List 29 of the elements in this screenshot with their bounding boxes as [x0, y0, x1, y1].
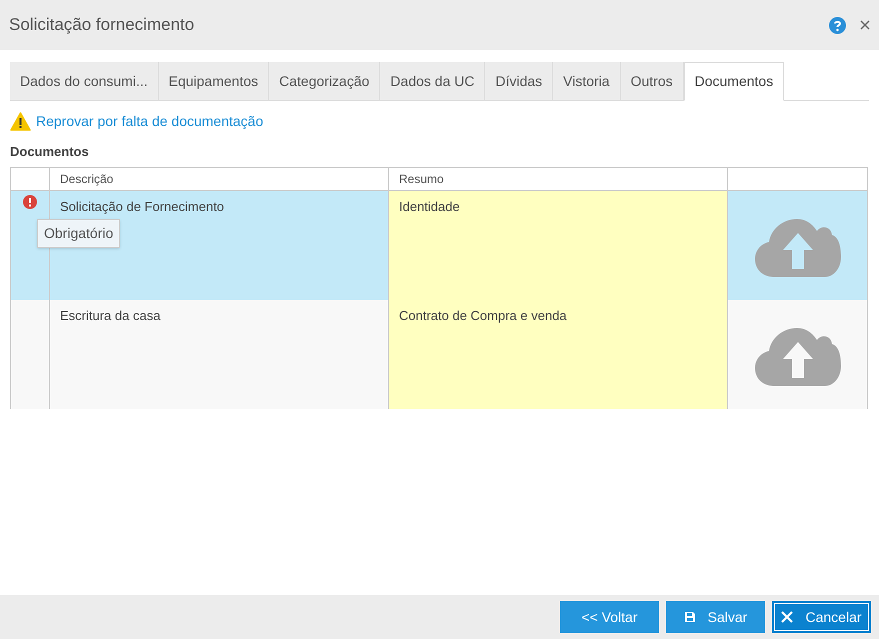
tooltip: Obrigatório — [37, 218, 120, 248]
warning-icon — [10, 112, 31, 131]
tab[interactable]: Equipamentos — [158, 62, 270, 100]
upload-cloud-icon[interactable] — [754, 326, 840, 388]
table-row[interactable]: Escritura da casa Contrato de Compra e venda — [11, 300, 867, 408]
tab[interactable]: Documentos — [684, 62, 784, 101]
action-button[interactable]: Salvar — [666, 601, 765, 633]
column-header: Descrição — [50, 168, 389, 190]
tab[interactable]: Dados da UC — [380, 62, 486, 100]
tab[interactable]: Categorização — [269, 62, 380, 100]
action-button[interactable]: << Voltar — [560, 601, 659, 633]
table-cell: Identidade — [399, 198, 460, 214]
table-row[interactable]: Solicitação de Fornecimento Identidade Obrigatório — [11, 190, 867, 300]
tab[interactable]: Dívidas — [485, 62, 554, 100]
section-title: Documentos — [10, 143, 90, 161]
upload-cloud-icon[interactable] — [754, 217, 840, 279]
column-header: Resumo — [389, 168, 728, 190]
action-button[interactable]: Cancelar — [772, 601, 871, 633]
tab[interactable]: Dados do consumi... — [10, 62, 159, 100]
tab[interactable]: Vistoria — [553, 62, 621, 100]
window-title: Solicitação fornecimento — [9, 14, 196, 36]
close-icon — [781, 611, 794, 623]
table-cell: Escritura da casa — [60, 308, 160, 322]
table-cell: Contrato de Compra e venda — [399, 308, 567, 322]
close-icon[interactable] — [860, 20, 870, 30]
help-icon[interactable] — [829, 16, 846, 34]
tab[interactable]: Outros — [620, 62, 684, 100]
table-cell: Solicitação de Fornecimento — [60, 198, 224, 214]
reject-link[interactable]: Reprovar por falta de documentação — [36, 111, 264, 132]
